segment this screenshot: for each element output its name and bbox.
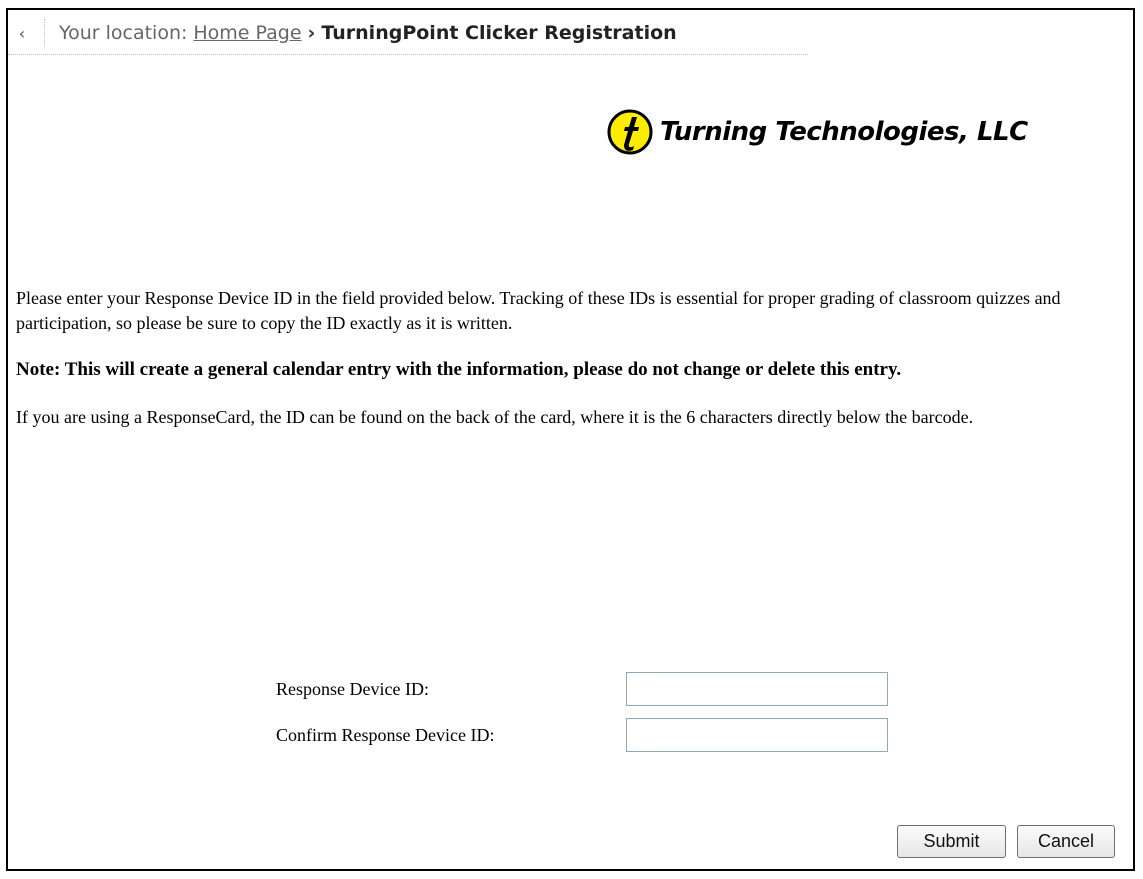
device-id-input[interactable] [626, 672, 888, 706]
cancel-button[interactable]: Cancel [1017, 825, 1115, 858]
back-chevron-icon[interactable]: ‹ [8, 19, 45, 47]
confirm-device-id-input[interactable] [626, 718, 888, 752]
turning-logo-icon [607, 109, 653, 155]
device-id-row: Response Device ID: [276, 672, 888, 706]
turning-technologies-logo: Turning Technologies, LLC [606, 108, 1028, 156]
submit-button[interactable]: Submit [897, 825, 1006, 858]
responsecard-paragraph: If you are using a ResponseCard, the ID … [16, 407, 974, 427]
home-page-link[interactable]: Home Page [193, 22, 301, 44]
note-paragraph: Note: This will create a general calenda… [16, 359, 902, 380]
confirm-device-id-row: Confirm Response Device ID: [276, 718, 888, 752]
confirm-device-id-label: Confirm Response Device ID: [276, 724, 495, 745]
logo-wordmark: Turning Technologies, LLC [660, 117, 1028, 147]
breadcrumb-separator: › [307, 22, 316, 44]
breadcrumb: ‹ Your location: Home Page › TurningPoin… [8, 12, 808, 55]
location-label: Your location: [59, 22, 188, 44]
device-id-label: Response Device ID: [276, 678, 429, 699]
instruction-paragraph: Please enter your Response Device ID in … [16, 288, 1061, 333]
current-page-title: TurningPoint Clicker Registration [321, 22, 677, 44]
instructions: Please enter your Response Device ID in … [16, 286, 1120, 430]
